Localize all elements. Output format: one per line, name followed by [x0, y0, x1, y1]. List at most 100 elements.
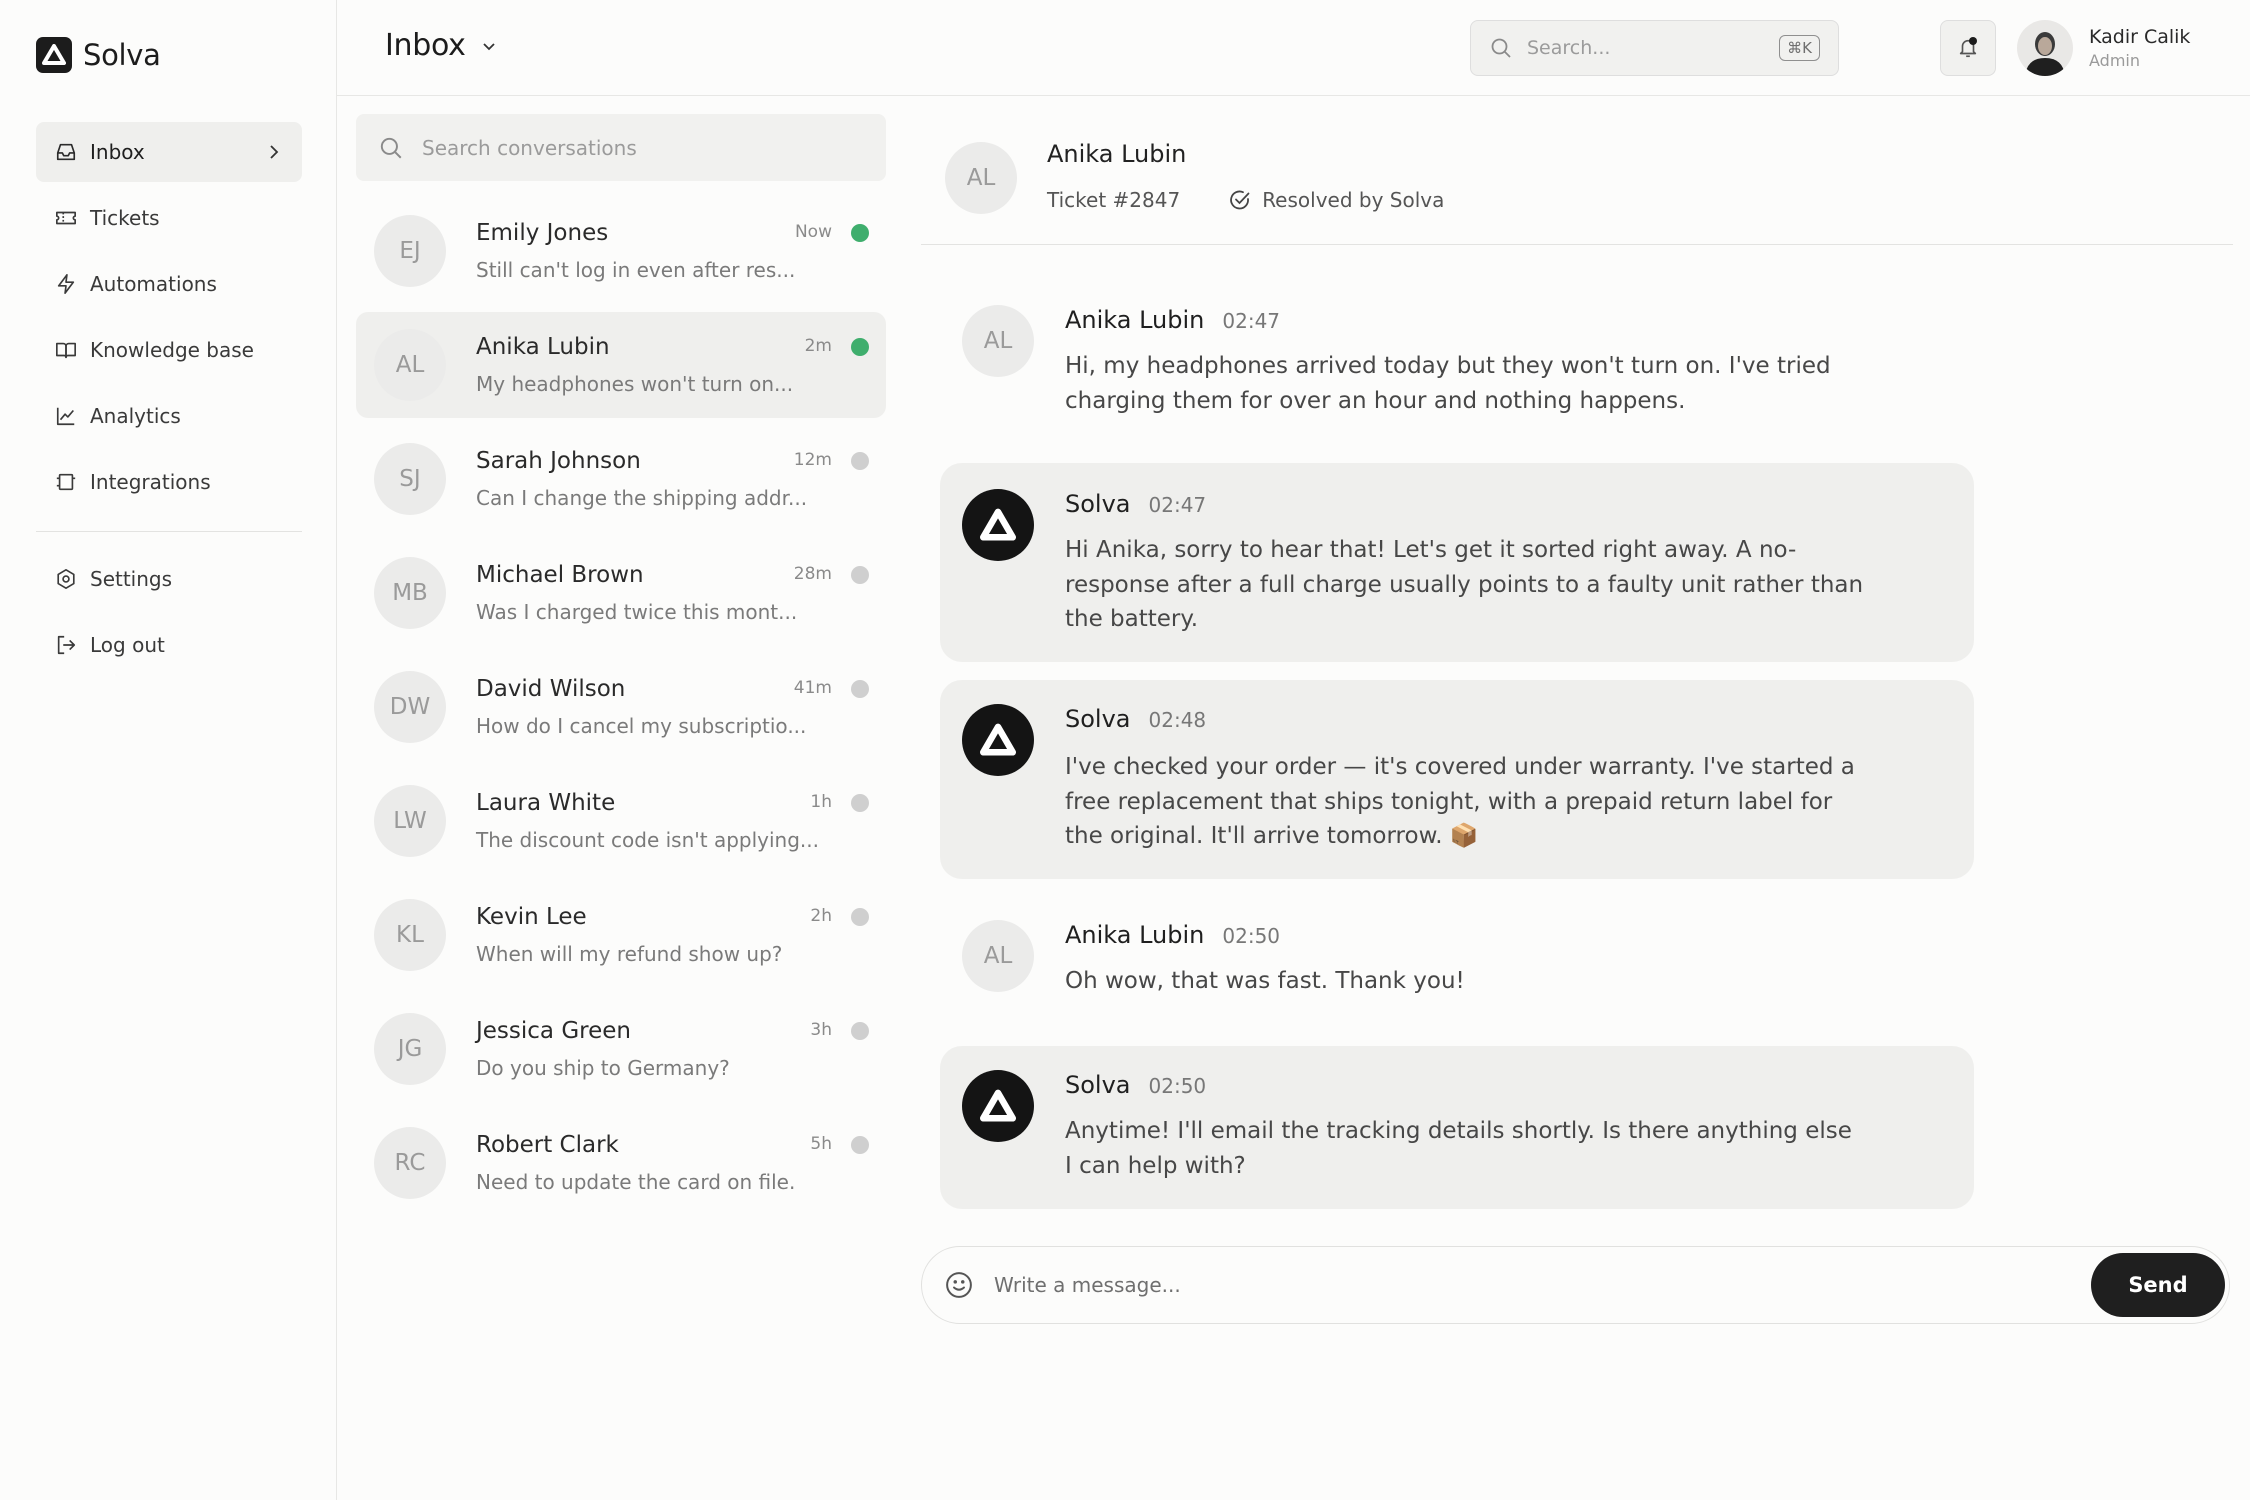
message-text: Hi, my headphones arrived today but they…	[1065, 353, 1831, 414]
message-composer[interactable]: Write a message... Send	[921, 1246, 2230, 1324]
conversation-item[interactable]: DW David Wilson How do I cancel my subsc…	[356, 654, 886, 760]
timestamp: 2m	[804, 336, 832, 356]
contact-name: Laura White	[476, 790, 616, 816]
chart-icon	[54, 404, 78, 428]
avatar: LW	[374, 785, 446, 857]
conversation-item[interactable]: KL Kevin Lee When will my refund show up…	[356, 882, 886, 988]
message-preview: My headphones won't turn on...	[476, 372, 794, 396]
status-dot	[851, 1022, 869, 1040]
message-preview: When will my refund show up?	[476, 942, 783, 966]
user-info: Kadir Calik Admin	[2089, 26, 2190, 70]
sidebar-item-label: Log out	[90, 633, 165, 657]
brand-name: Solva	[83, 38, 161, 72]
avatar: AL	[962, 305, 1034, 377]
integrations-icon	[54, 470, 78, 494]
shortcut-badge: ⌘K	[1779, 35, 1820, 61]
avatar: AL	[374, 329, 446, 401]
message-author: Solva	[1065, 1071, 1131, 1099]
search-placeholder: Search...	[1527, 37, 1611, 59]
sidebar-item-settings[interactable]: Settings	[36, 549, 302, 609]
timestamp: 41m	[793, 678, 832, 698]
sidebar-item-label: Tickets	[90, 206, 160, 230]
inbox-dropdown[interactable]: Inbox	[385, 28, 498, 63]
timestamp: 5h	[810, 1134, 832, 1154]
avatar: EJ	[374, 215, 446, 287]
message-text: I've checked your order — it's covered u…	[1065, 754, 1855, 849]
conversation-item[interactable]: EJ Emily Jones Still can't log in even a…	[356, 198, 886, 304]
status-dot	[851, 566, 869, 584]
chat-meta: Ticket #2847 Resolved by Solva	[1047, 188, 1444, 212]
conversation-item[interactable]: SJ Sarah Johnson Can I change the shippi…	[356, 426, 886, 532]
message-bot: Solva 02:47 Hi Anika, sorry to hear that…	[940, 463, 1974, 662]
avatar: KL	[374, 899, 446, 971]
sidebar-item-tickets[interactable]: Tickets	[36, 188, 302, 248]
emoji-icon[interactable]	[944, 1270, 974, 1300]
sidebar-item-inbox[interactable]: Inbox	[36, 122, 302, 182]
message-preview: Can I change the shipping addr...	[476, 486, 808, 510]
message-time: 02:50	[1148, 1074, 1207, 1098]
secondary-nav: Settings Log out	[36, 549, 302, 681]
message-user: AL Anika Lubin 02:50 Oh wow, that was fa…	[940, 900, 1974, 1010]
message-input[interactable]: Write a message...	[994, 1273, 2091, 1297]
message-author: Solva	[1065, 705, 1131, 733]
brand[interactable]: Solva	[36, 37, 161, 73]
timestamp: 2h	[810, 906, 832, 926]
avatar: SJ	[374, 443, 446, 515]
notifications-button[interactable]	[1940, 20, 1996, 76]
message-author: Anika Lubin	[1065, 921, 1205, 949]
message-preview: How do I cancel my subscriptio...	[476, 714, 807, 738]
status-badge: Resolved by Solva	[1228, 188, 1444, 212]
conversation-item[interactable]: LW Laura White The discount code isn't a…	[356, 768, 886, 874]
status-dot	[851, 794, 869, 812]
conversation-item[interactable]: JG Jessica Green Do you ship to Germany?…	[356, 996, 886, 1102]
sidebar-item-label: Settings	[90, 567, 173, 591]
contact-name: Jessica Green	[476, 1018, 631, 1044]
message-time: 02:47	[1148, 493, 1207, 517]
sidebar-item-logout[interactable]: Log out	[36, 615, 302, 675]
search-icon	[1491, 38, 1511, 58]
sidebar: Solva Inbox Tickets Automations Knowledg…	[0, 0, 337, 1500]
timestamp: Now	[794, 222, 832, 242]
conversation-item[interactable]: MB Michael Brown Was I charged twice thi…	[356, 540, 886, 646]
conversation-item-selected[interactable]: AL Anika Lubin My headphones won't turn …	[356, 312, 886, 418]
book-icon	[54, 338, 78, 362]
avatar	[2017, 20, 2073, 76]
sidebar-item-analytics[interactable]: Analytics	[36, 386, 302, 446]
status-dot	[851, 908, 869, 926]
status-dot	[851, 338, 869, 356]
sidebar-item-label: Analytics	[90, 404, 181, 428]
message-time: 02:48	[1148, 708, 1207, 732]
chat-contact-name: Anika Lubin	[1047, 140, 1187, 168]
timestamp: 28m	[793, 564, 832, 584]
user-menu[interactable]: Kadir Calik Admin	[2017, 20, 2190, 76]
send-button[interactable]: Send	[2091, 1253, 2225, 1317]
inbox-icon	[54, 140, 78, 164]
message-text: Hi Anika, sorry to hear that! Let's get …	[1065, 537, 1864, 632]
logout-icon	[54, 633, 78, 657]
sidebar-item-knowledge-base[interactable]: Knowledge base	[36, 320, 302, 380]
message-time: 02:47	[1222, 309, 1281, 333]
search-placeholder: Search conversations	[422, 135, 637, 160]
timestamp: 12m	[793, 450, 832, 470]
message-text: Oh wow, that was fast. Thank you!	[1065, 968, 1465, 994]
chevron-right-icon	[264, 142, 284, 162]
user-name: Kadir Calik	[2089, 26, 2191, 48]
message-preview: Still can't log in even after res...	[476, 258, 796, 282]
conversation-search-input[interactable]: Search conversations	[356, 114, 886, 181]
avatar: JG	[374, 1013, 446, 1085]
message-preview: Was I charged twice this mont...	[476, 600, 798, 624]
solva-bot-avatar-icon	[962, 489, 1034, 561]
chevron-down-icon	[482, 42, 495, 50]
message-author: Solva	[1065, 490, 1131, 518]
page-title: Inbox	[385, 28, 466, 63]
message-time: 02:50	[1222, 924, 1281, 948]
gear-icon	[54, 567, 78, 591]
message-preview: Need to update the card on file.	[476, 1170, 796, 1194]
ticket-number: Ticket #2847	[1047, 188, 1181, 212]
sidebar-item-integrations[interactable]: Integrations	[36, 452, 302, 512]
chat-header: AL Anika Lubin Ticket #2847 Resolved by …	[921, 96, 2233, 245]
conversation-item[interactable]: RC Robert Clark Need to update the card …	[356, 1110, 886, 1216]
message-user: AL Anika Lubin 02:47 Hi, my headphones a…	[940, 285, 1974, 435]
sidebar-item-automations[interactable]: Automations	[36, 254, 302, 314]
global-search-input[interactable]: Search... ⌘K	[1470, 20, 1839, 76]
